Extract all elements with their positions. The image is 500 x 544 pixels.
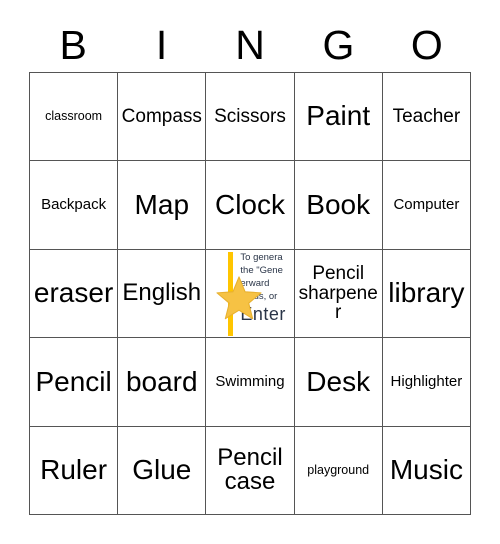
bingo-cell-label: Computer — [393, 196, 460, 214]
bingo-cell-label: playground — [307, 462, 370, 477]
bingo-cell-r5c5[interactable]: Music — [382, 426, 471, 515]
bingo-header-letter-b: B — [59, 21, 87, 68]
bingo-header-letter-i: I — [155, 21, 168, 68]
bingo-header-letter-o: O — [410, 21, 443, 68]
bingo-cell-label: Highlighter — [390, 373, 463, 391]
bingo-cell-label: board — [125, 365, 198, 397]
bingo-cell-r3c4[interactable]: Pencil sharpener — [294, 249, 383, 339]
bingo-cell-label: Paint — [306, 100, 371, 132]
bingo-header-letter-n: N — [235, 21, 265, 68]
bingo-cell-r2c2[interactable]: Map — [118, 161, 207, 250]
bingo-cell-label: library — [388, 277, 465, 309]
bingo-cell-label: Pencil — [35, 365, 112, 397]
bingo-cell-r1c1[interactable]: classroom — [30, 73, 119, 162]
bingo-cell-r1c4[interactable]: Paint — [294, 73, 383, 162]
bingo-cell-r2c3[interactable]: Clock — [206, 161, 295, 250]
bingo-cell-r3c5[interactable]: library — [382, 249, 471, 339]
star-icon — [216, 276, 262, 320]
bingo-cell-label: Compass — [121, 106, 202, 127]
bingo-cell-label: Glue — [132, 454, 192, 486]
bingo-cell-r4c4[interactable]: Desk — [294, 338, 383, 427]
bingo-cell-r1c5[interactable]: Teacher — [382, 73, 471, 162]
bingo-cell-r4c5[interactable]: Highlighter — [382, 338, 471, 427]
bingo-cell-label: Backpack — [41, 196, 107, 214]
bingo-cell-label: Map — [134, 188, 190, 220]
bingo-cell-label: Desk — [306, 365, 371, 397]
bingo-cell-r3c2[interactable]: English — [118, 249, 207, 339]
bingo-cell-r4c3[interactable]: Swimming — [206, 338, 295, 427]
bingo-cell-r2c5[interactable]: Computer — [382, 161, 471, 250]
bingo-cell-r2c1[interactable]: Backpack — [30, 161, 119, 250]
overflow-text-line-1: To genera — [240, 251, 283, 263]
bingo-cell-r5c1[interactable]: Ruler — [30, 426, 119, 515]
bingo-cell-label: eraser — [33, 277, 114, 309]
bingo-cell-label: Scissors — [214, 106, 286, 127]
bingo-cell-label: Pencil case — [217, 443, 283, 496]
bingo-cell-label: Clock — [214, 188, 285, 220]
bingo-card: B I N G O classroom Compass Scissors Pai… — [0, 0, 500, 544]
bingo-cell-label: classroom — [45, 109, 103, 124]
bingo-cell-r1c2[interactable]: Compass — [118, 73, 207, 162]
bingo-cell-label: Pencil sharpener — [298, 263, 378, 324]
bingo-cell-r1c3[interactable]: Scissors — [206, 73, 295, 162]
bingo-header-letter-g: G — [322, 21, 355, 68]
bingo-cell-label: Music — [389, 454, 463, 486]
bingo-cell-label: Ruler — [40, 454, 108, 486]
bingo-grid: classroom Compass Scissors Paint Teacher… — [29, 72, 471, 515]
bingo-cell-r2c4[interactable]: Book — [294, 161, 383, 250]
bingo-cell-r4c1[interactable]: Pencil — [30, 338, 119, 427]
bingo-cell-r4c2[interactable]: board — [118, 338, 207, 427]
bingo-cell-label: Swimming — [215, 373, 285, 391]
bingo-cell-r5c3[interactable]: Pencil case — [206, 426, 295, 515]
bingo-cell-r5c4[interactable]: playground — [294, 426, 383, 515]
bingo-cell-label: English — [122, 279, 202, 307]
bingo-header: B I N G O — [29, 18, 471, 72]
bingo-cell-label: Teacher — [392, 106, 461, 127]
bingo-cell-free-space[interactable]: To genera the "Gene erward cards, or Ent… — [206, 249, 295, 339]
bingo-cell-r3c1[interactable]: eraser — [30, 249, 119, 339]
free-space-content: To genera the "Gene erward cards, or Ent… — [206, 250, 293, 337]
bingo-cell-r5c2[interactable]: Glue — [118, 426, 207, 515]
bingo-cell-label: Book — [306, 188, 371, 220]
